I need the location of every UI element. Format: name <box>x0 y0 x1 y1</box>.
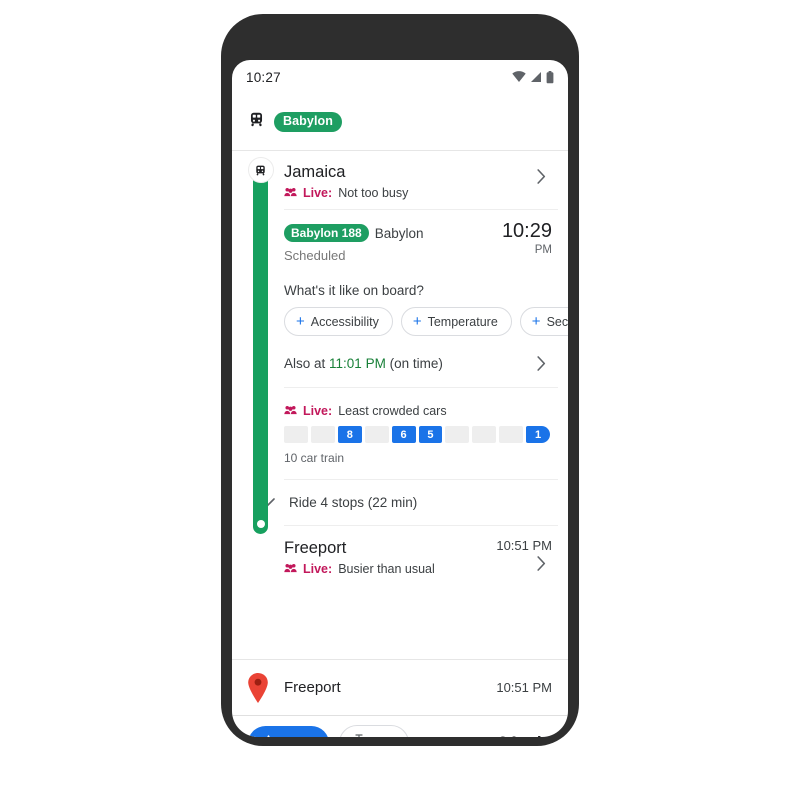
crowding-live-label: Live: <box>303 404 333 419</box>
train-car[interactable]: 1 <box>526 426 551 444</box>
destination-live-label: Live: <box>303 562 333 577</box>
status-bar-icons <box>512 70 554 84</box>
pin-button-label: Pin <box>372 735 392 737</box>
chip-temperature-label: Temperature <box>427 314 498 329</box>
train-car[interactable]: 5 <box>418 426 443 444</box>
train-car[interactable] <box>284 426 308 444</box>
chip-security-label: Security <box>546 314 568 329</box>
people-icon <box>284 404 297 418</box>
origin-chevron-right-icon[interactable] <box>537 169 546 189</box>
phone-screen: 10:27 Babylon Jamaica Live: Not too busy… <box>232 60 568 737</box>
plus-icon: + <box>296 313 305 331</box>
start-button[interactable]: Start <box>248 725 329 737</box>
onboard-question: What's it like on board? <box>284 283 424 299</box>
destination-live-status: Live: Busier than usual <box>284 562 568 576</box>
route-header: Babylon <box>232 94 568 150</box>
route-line-badge[interactable]: Babylon <box>274 112 343 132</box>
wifi-icon <box>512 71 526 83</box>
train-car[interactable] <box>472 426 497 444</box>
status-bar: 10:27 <box>232 60 568 94</box>
final-destination-row[interactable]: Freeport 10:51 PM <box>232 659 568 715</box>
plus-icon: + <box>412 313 422 331</box>
action-bar: Start Pin 10:51 PM · 24 min <box>232 715 568 737</box>
departure-time-block: 10:29 PM <box>502 220 552 256</box>
train-car[interactable] <box>445 426 470 444</box>
origin-station-row[interactable]: Jamaica Live: Not too busy <box>284 151 568 209</box>
also-at-row[interactable]: Also at 11:01 PM (on time) <box>284 356 568 387</box>
train-car[interactable]: 8 <box>337 426 362 444</box>
plus-icon: + <box>531 313 541 331</box>
departure-badge: Babylon 188 <box>284 224 369 242</box>
people-icon <box>284 186 297 200</box>
signal-icon <box>530 71 542 83</box>
chip-security[interactable]: + Security <box>519 307 568 337</box>
departure-destination: Babylon <box>374 225 424 241</box>
destination-arrival-time: 10:51 PM <box>496 538 552 554</box>
chip-temperature[interactable]: + Temperature <box>400 307 512 337</box>
train-length-label: 10 car train <box>284 451 345 466</box>
train-icon <box>248 111 265 133</box>
eta-summary: 10:51 PM · 24 min <box>429 733 552 737</box>
origin-live-status: Live: Not too busy <box>284 186 568 200</box>
crowding-block: Live: Least crowded cars 8 6 5 1 10 car … <box>284 388 568 465</box>
chip-accessibility[interactable]: + Accessibility <box>284 307 393 337</box>
crowding-live-text: Least crowded cars <box>338 404 447 419</box>
route-detail-card: Jamaica Live: Not too busy Babylon 188 B… <box>232 150 568 659</box>
origin-station-name: Jamaica <box>284 163 346 181</box>
train-car[interactable] <box>499 426 524 444</box>
route-line-graphic <box>253 174 268 534</box>
people-icon <box>284 562 297 576</box>
train-car[interactable] <box>364 426 389 444</box>
destination-station-row[interactable]: Freeport 10:51 PM Live: Busier than usua <box>284 526 568 588</box>
battery-icon <box>546 70 554 84</box>
map-pin-icon <box>247 672 269 709</box>
origin-live-text: Not too busy <box>338 186 409 200</box>
departure-block[interactable]: Babylon 188 Babylon Scheduled 10:29 PM <box>284 210 568 263</box>
destination-live-text: Busier than usual <box>338 562 435 577</box>
crowding-live-status: Live: Least crowded cars <box>284 404 568 418</box>
also-at-suffix: (on time) <box>385 356 443 372</box>
start-button-label: Start <box>282 735 312 737</box>
origin-live-label: Live: <box>303 186 333 200</box>
train-car[interactable] <box>310 426 335 444</box>
final-destination-name: Freeport <box>284 679 341 696</box>
destination-chevron-right-icon[interactable] <box>537 556 546 576</box>
final-destination-time: 10:51 PM <box>496 680 552 695</box>
departure-ampm: PM <box>534 244 552 256</box>
also-at-chevron-right-icon[interactable] <box>537 356 546 374</box>
train-car[interactable]: 6 <box>391 426 416 444</box>
departure-time: 10:29 <box>501 220 552 242</box>
route-line-end-dot <box>256 520 265 528</box>
onboard-chip-row: + Accessibility + Temperature + Security <box>284 307 568 337</box>
status-bar-time: 10:27 <box>246 69 281 85</box>
chip-accessibility-label: Accessibility <box>310 314 379 329</box>
eta-duration: 24 min <box>498 733 552 737</box>
also-at-time: 11:01 PM <box>329 356 386 372</box>
train-cars-strip: 8 6 5 1 <box>284 426 551 444</box>
ride-stops-row[interactable]: Ride 4 stops (22 min) <box>260 480 568 525</box>
also-at-prefix: Also at <box>284 356 330 372</box>
origin-train-icon <box>247 157 274 183</box>
pin-button[interactable]: Pin <box>338 725 409 737</box>
pin-icon <box>353 734 365 737</box>
navigation-arrow-icon <box>262 734 275 737</box>
ride-stops-label: Ride 4 stops (22 min) <box>289 495 418 511</box>
